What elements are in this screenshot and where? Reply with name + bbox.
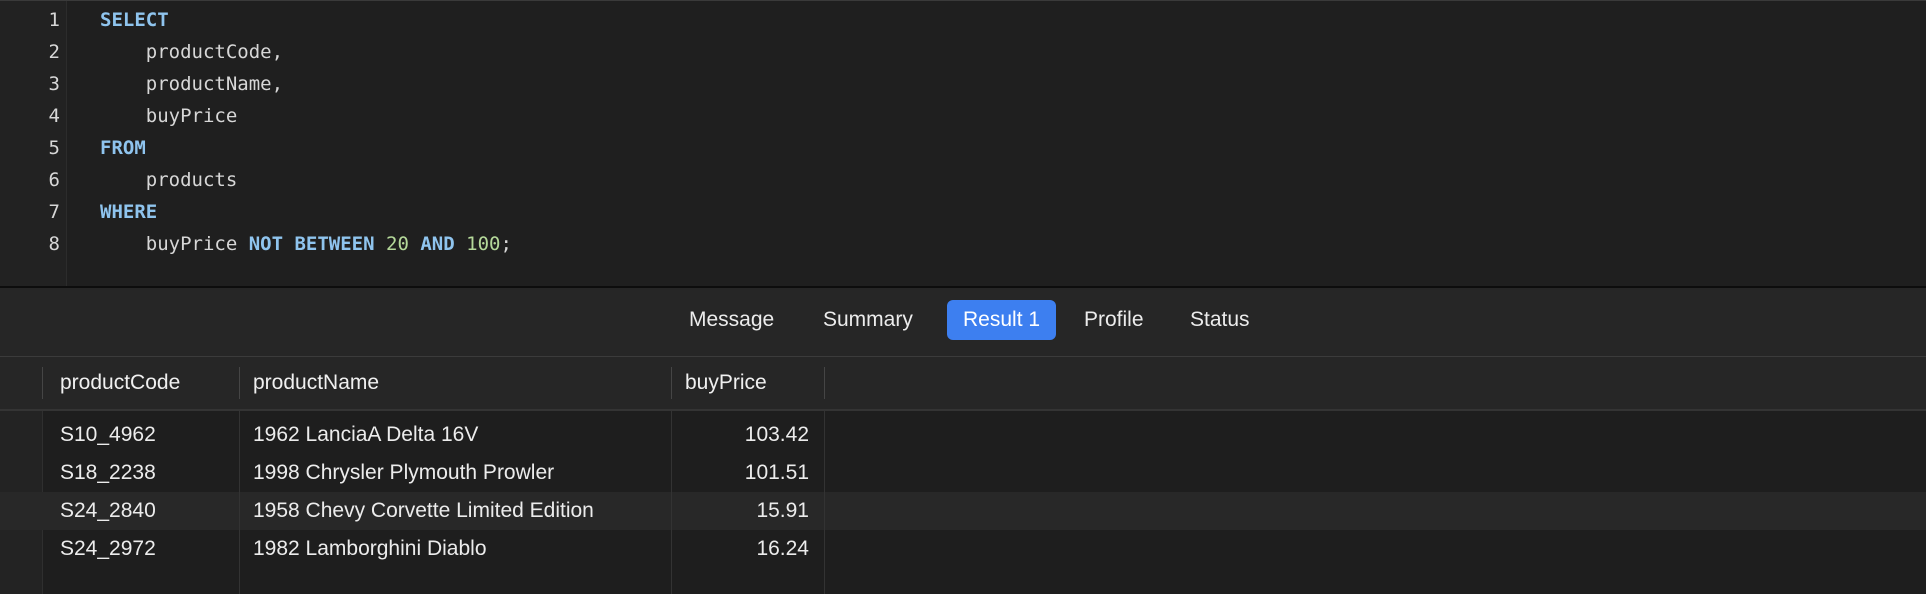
- line-number: 5: [48, 137, 60, 159]
- table-cell-productname[interactable]: 1982 Lamborghini Diablo: [253, 530, 663, 568]
- sql-number: 20: [386, 233, 409, 255]
- table-cell-buyprice[interactable]: 103.42: [685, 416, 809, 454]
- table-row[interactable]: S24_2972 1982 Lamborghini Diablo 16.24: [0, 530, 1926, 568]
- line-number: 6: [48, 169, 60, 191]
- tab-summary[interactable]: Summary: [807, 300, 929, 340]
- table-cell-buyprice[interactable]: 16.24: [685, 530, 809, 568]
- sql-token: products: [100, 169, 238, 191]
- line-number: 1: [48, 9, 60, 31]
- sql-token: buyPrice: [100, 105, 238, 127]
- result-grid[interactable]: productCode productName buyPrice S10_496…: [0, 357, 1926, 594]
- table-cell-productname[interactable]: 1958 Chevy Corvette Limited Edition: [253, 492, 663, 530]
- header-separator: [42, 367, 43, 399]
- code-text[interactable]: productName,: [100, 68, 283, 100]
- sql-keyword: NOT BETWEEN: [248, 233, 375, 255]
- line-number: 7: [48, 201, 60, 223]
- code-text[interactable]: productCode,: [100, 36, 283, 68]
- tab-profile[interactable]: Profile: [1068, 300, 1160, 340]
- sql-editor[interactable]: 1 SELECT 2 productCode, 3 productName, 4 buy…: [0, 0, 1926, 287]
- table-row[interactable]: S18_2238 1998 Chrysler Plymouth Prowler 10…: [0, 454, 1926, 492]
- table-cell-productcode[interactable]: S10_4962: [60, 416, 230, 454]
- table-cell-buyprice[interactable]: 101.51: [685, 454, 809, 492]
- column-header-productname[interactable]: productName: [253, 357, 379, 409]
- line-number: 4: [48, 105, 60, 127]
- line-number: 3: [48, 73, 60, 95]
- result-tab-bar: Message Summary Result 1 Profile Status: [0, 288, 1926, 357]
- line-number: 8: [48, 233, 60, 255]
- code-text[interactable]: FROM: [100, 132, 146, 164]
- table-row[interactable]: S24_2840 1958 Chevy Corvette Limited Edit…: [0, 492, 1926, 530]
- sql-number: 100: [466, 233, 501, 255]
- column-resize-handle[interactable]: [239, 367, 240, 399]
- grid-header: productCode productName buyPrice: [0, 357, 1926, 411]
- sql-token: productCode,: [100, 41, 284, 63]
- code-text[interactable]: WHERE: [100, 196, 157, 228]
- tab-result-1[interactable]: Result 1: [947, 300, 1057, 340]
- table-cell-productname[interactable]: 1998 Chrysler Plymouth Prowler: [253, 454, 663, 492]
- column-divider: [671, 411, 672, 594]
- tab-message[interactable]: Message: [673, 300, 790, 340]
- sql-keyword: FROM: [100, 137, 146, 159]
- column-divider: [239, 411, 240, 594]
- column-header-productcode[interactable]: productCode: [60, 357, 180, 409]
- tab-status[interactable]: Status: [1174, 300, 1266, 340]
- line-number: 2: [48, 41, 60, 63]
- table-cell-productcode[interactable]: S24_2972: [60, 530, 230, 568]
- sql-token: productName,: [100, 73, 284, 95]
- table-cell-productname[interactable]: 1962 LanciaA Delta 16V: [253, 416, 663, 454]
- table-row[interactable]: S10_4962 1962 LanciaA Delta 16V 103.42: [0, 416, 1926, 454]
- code-text[interactable]: buyPrice NOT BETWEEN 20 AND 100;: [100, 228, 512, 260]
- table-cell-buyprice[interactable]: 15.91: [685, 492, 809, 530]
- column-divider: [824, 411, 825, 594]
- sql-keyword: SELECT: [100, 9, 169, 31]
- sql-token: ;: [500, 233, 512, 255]
- column-header-buyprice[interactable]: buyPrice: [685, 357, 767, 409]
- code-text[interactable]: products: [100, 164, 238, 196]
- table-cell-productcode[interactable]: S24_2840: [60, 492, 230, 530]
- column-resize-handle[interactable]: [671, 367, 672, 399]
- sql-keyword: WHERE: [100, 201, 158, 223]
- code-text[interactable]: buyPrice: [100, 100, 238, 132]
- table-cell-productcode[interactable]: S18_2238: [60, 454, 230, 492]
- column-resize-handle[interactable]: [824, 367, 825, 399]
- sql-keyword: AND: [420, 233, 455, 255]
- sql-token: buyPrice: [100, 233, 249, 255]
- code-text[interactable]: SELECT: [100, 4, 169, 36]
